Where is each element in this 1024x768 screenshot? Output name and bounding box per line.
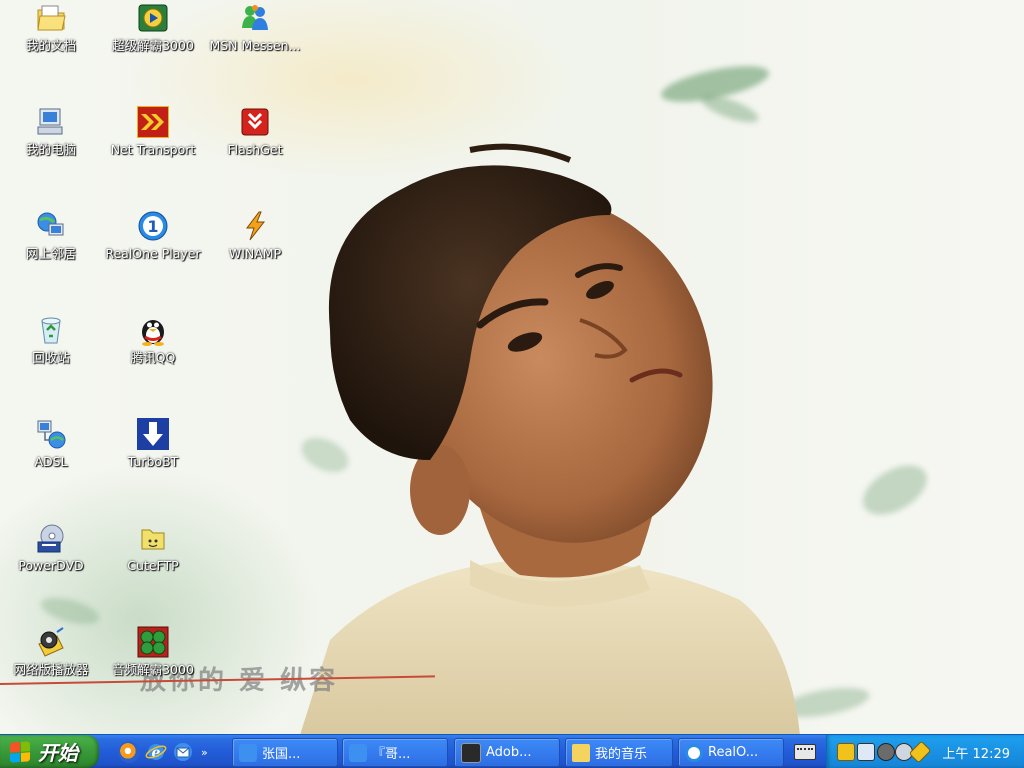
task-button-1[interactable]: 张国... <box>232 738 338 767</box>
my-documents-icon <box>35 2 67 34</box>
qq-penguin-icon <box>137 314 169 346</box>
net-transport-icon <box>137 106 169 138</box>
desktop-icon-flashget[interactable]: FlashGet <box>203 104 307 157</box>
audio-decoder-icon <box>137 626 169 658</box>
media-player-icon[interactable] <box>118 741 140 763</box>
cuteftp-icon <box>137 522 169 554</box>
desktop-icon-cuteftp[interactable]: CuteFTP <box>101 520 205 573</box>
clock[interactable]: 上午 12:29 <box>942 743 1010 762</box>
taskbar: 开始 e » 张国... 『哥... Adob... 我的音乐 RealO... <box>0 734 1024 768</box>
adobe-viewer-icon <box>461 742 481 763</box>
network-places-icon <box>35 210 67 242</box>
realone-window-icon <box>685 743 703 762</box>
desktop-icon-network-player[interactable]: 网络版播放器 <box>0 624 103 677</box>
my-computer-icon <box>35 106 67 138</box>
outlook-express-icon[interactable] <box>172 741 194 763</box>
desktop-icon-recycle-bin[interactable]: 回收站 <box>0 312 103 365</box>
task-label: 『哥... <box>372 747 411 762</box>
task-button-3[interactable]: Adob... <box>454 738 560 767</box>
desktop-icon-powerdvd[interactable]: PowerDVD <box>0 520 103 573</box>
desktop-icon-network-places[interactable]: 网上邻居 <box>0 208 103 261</box>
task-button-4[interactable]: 我的音乐 <box>565 738 673 767</box>
svg-text:1: 1 <box>147 217 158 236</box>
desktop-icon-superdecoder[interactable]: 超级解霸3000 <box>101 0 205 53</box>
desktop-icon-msn-messenger[interactable]: MSN Messen... <box>203 0 307 53</box>
start-label: 开始 <box>38 741 78 765</box>
windows-logo-icon <box>10 740 30 763</box>
adsl-connection-icon <box>35 418 67 450</box>
desktop-icon-adsl[interactable]: ADSL <box>0 416 103 469</box>
desktop-icon-realone-player[interactable]: 1 RealOne Player <box>101 208 205 261</box>
desktop-icon-audio-decoder[interactable]: 音频解霸3000 <box>101 624 205 677</box>
keyboard-icon[interactable] <box>794 744 816 760</box>
start-button[interactable]: 开始 <box>0 735 99 768</box>
quick-launch-bar: e » <box>118 739 208 765</box>
desktop-icon-qq[interactable]: 腾讯QQ <box>101 312 205 365</box>
desktop-icon-my-documents[interactable]: 我的文档 <box>0 0 103 53</box>
realone-player-icon: 1 <box>137 210 169 242</box>
task-label: Adob... <box>486 745 532 760</box>
desktop-icon-net-transport[interactable]: Net Transport <box>101 104 205 157</box>
ie-window-icon <box>349 743 367 762</box>
network-player-icon <box>35 626 67 658</box>
folder-icon <box>572 743 590 762</box>
winamp-icon <box>239 210 271 242</box>
powerdvd-icon <box>35 522 67 554</box>
task-label: RealO... <box>708 745 759 760</box>
desktop-icon-winamp[interactable]: WINAMP <box>203 208 307 261</box>
recycle-bin-icon <box>35 314 67 346</box>
superdecoder-icon <box>137 2 169 34</box>
edit-tray-icon[interactable] <box>908 740 932 764</box>
audio-tray-icon[interactable] <box>877 743 895 761</box>
task-button-2[interactable]: 『哥... <box>342 738 448 767</box>
desktop-icon-my-computer[interactable]: 我的电脑 <box>0 104 103 157</box>
network-tray-icon[interactable] <box>837 743 855 761</box>
task-label: 我的音乐 <box>595 747 648 762</box>
msn-messenger-icon <box>239 2 271 34</box>
ie-window-icon <box>239 743 257 762</box>
quick-launch-more-button[interactable]: » <box>201 746 208 759</box>
internet-explorer-icon[interactable]: e <box>145 741 167 763</box>
task-label: 张国... <box>262 747 301 762</box>
turbobt-icon <box>137 418 169 450</box>
desktop-icon-turbobt[interactable]: TurboBT <box>101 416 205 469</box>
task-button-5[interactable]: RealO... <box>678 738 784 767</box>
monitor-tray-icon[interactable] <box>857 743 875 761</box>
system-tray: 上午 12:29 <box>826 735 1024 768</box>
flashget-icon <box>239 106 271 138</box>
